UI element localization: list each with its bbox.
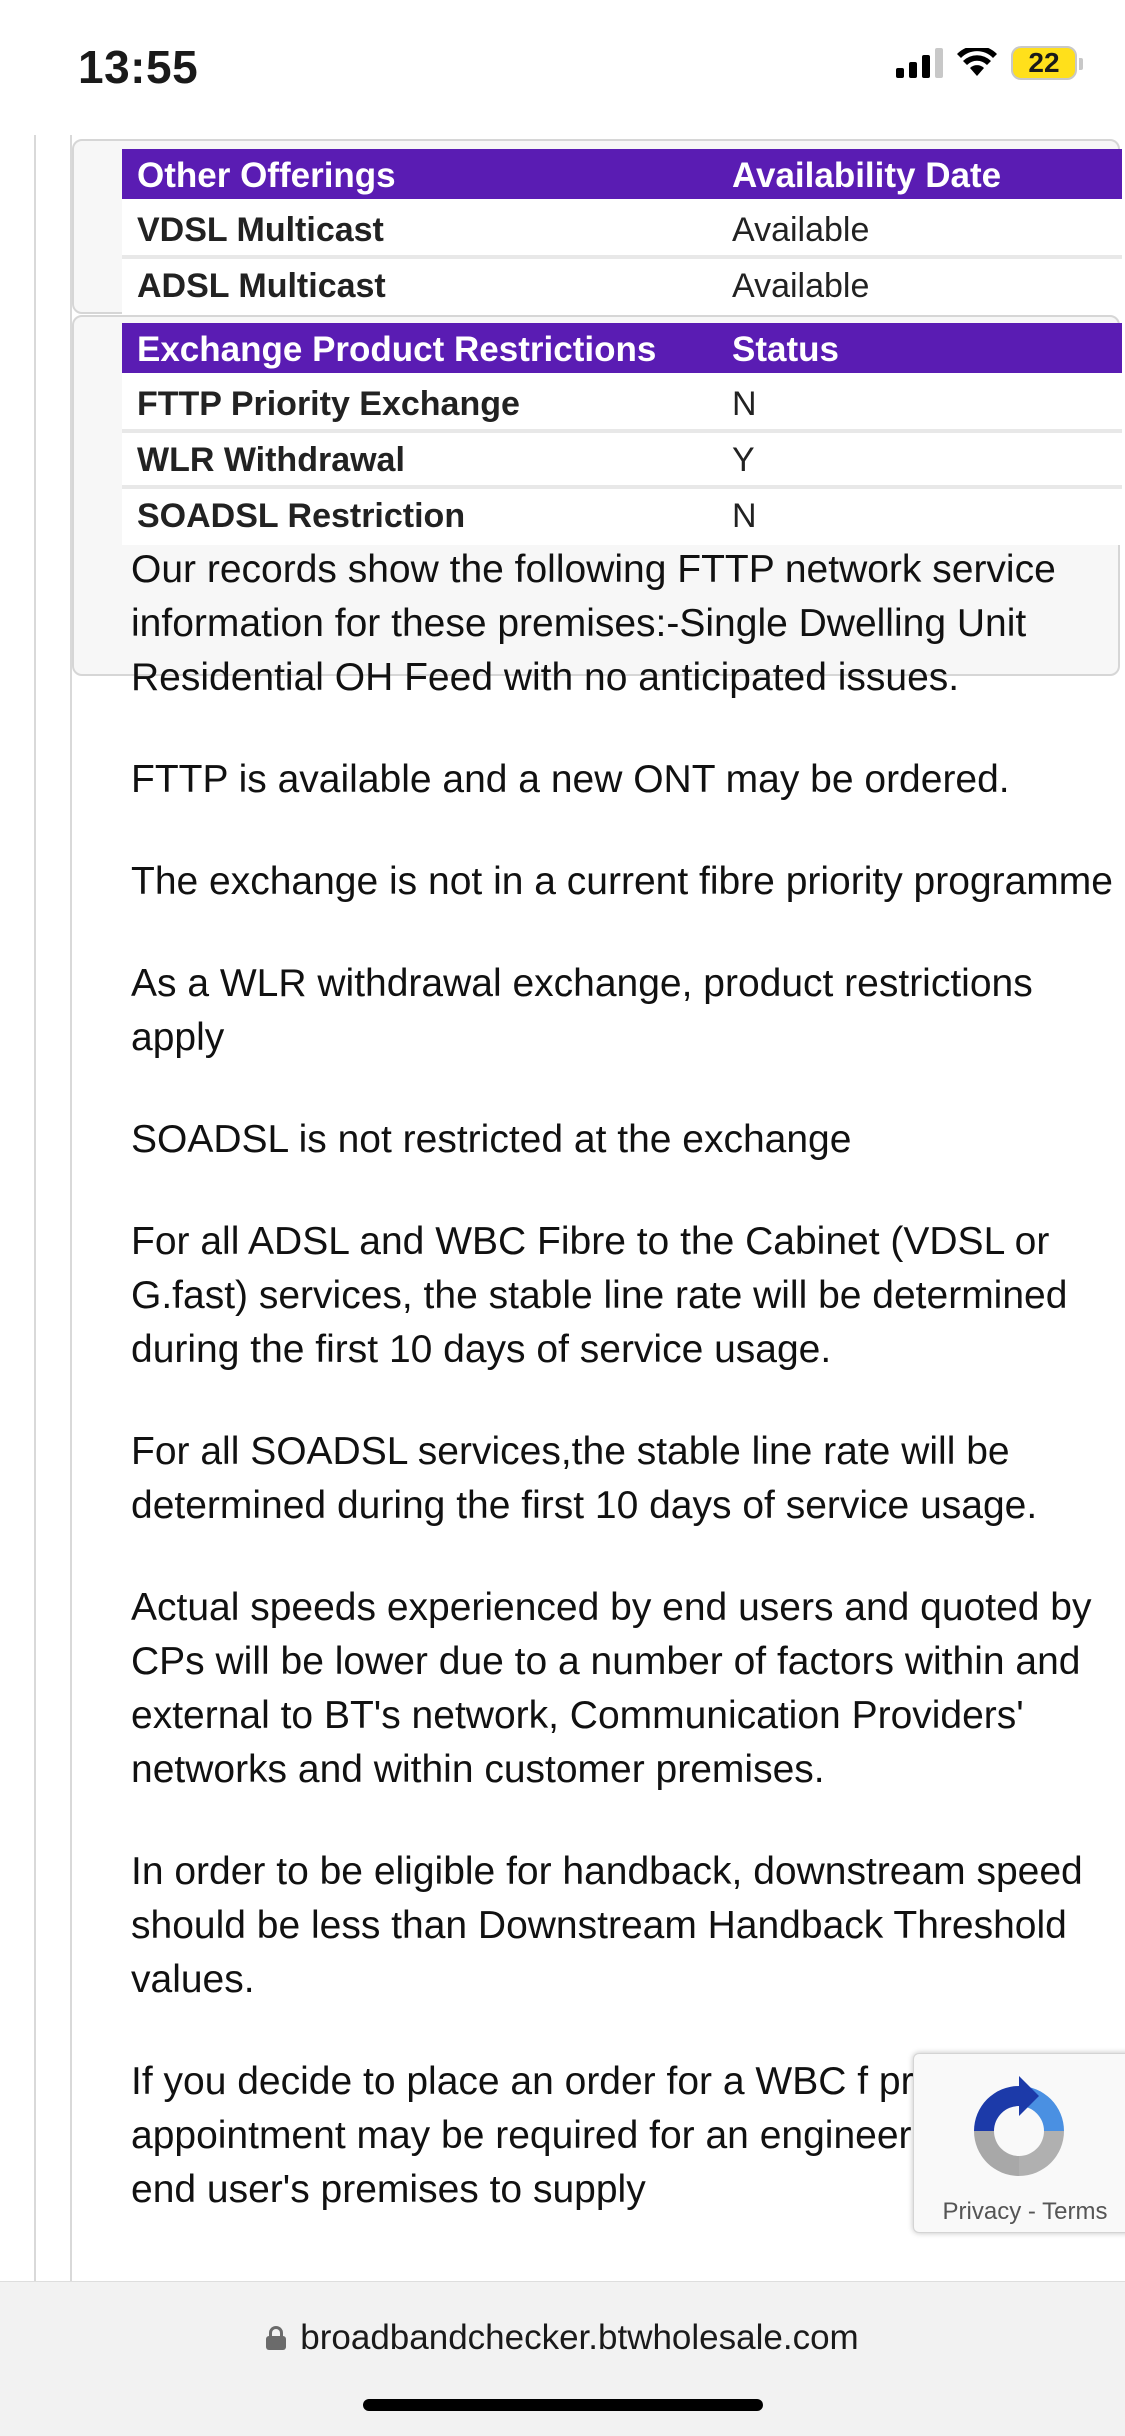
restriction-cell: WLR Withdrawal: [137, 441, 405, 479]
other-offerings-panel: Other Offerings Availability Date VDSL M…: [72, 139, 1122, 315]
paragraph: Our records show the following FTTP netw…: [131, 548, 1056, 699]
lock-icon: [266, 2326, 287, 2350]
status-time: 13:55: [78, 41, 199, 93]
availability-cell: Available: [732, 211, 870, 249]
paragraph: In order to be eligible for handback, do…: [131, 1850, 1083, 2001]
table-row: WLR Withdrawal Y: [122, 433, 1122, 489]
product-cell: ADSL Multicast: [137, 267, 386, 305]
restriction-cell: FTTP Priority Exchange: [137, 385, 520, 423]
status-icons: 22: [896, 46, 1083, 80]
table-row: VDSL Multicast Available: [122, 203, 1122, 259]
page-border: [34, 135, 36, 2281]
table-row: SOADSL Restriction N: [122, 489, 1122, 545]
url-field[interactable]: broadbandchecker.btwholesale.com: [0, 2318, 1125, 2358]
table-header-row: Other Offerings Availability Date: [122, 149, 1122, 203]
battery-icon: 22: [1011, 46, 1083, 80]
service-information-text: Our records show the following FTTP netw…: [131, 543, 1121, 2265]
table-row: ADSL Multicast Available: [122, 259, 1122, 315]
availability-cell: Available: [732, 267, 870, 305]
wifi-icon: [957, 48, 997, 76]
battery-level: 22: [1028, 47, 1060, 78]
header-cell: Exchange Product Restrictions: [137, 330, 657, 369]
status-cell: Y: [732, 441, 755, 479]
paragraph: For all ADSL and WBC Fibre to the Cabine…: [131, 1220, 1068, 1371]
url-text[interactable]: broadbandchecker.btwholesale.com: [300, 2318, 858, 2358]
browser-address-bar: broadbandchecker.btwholesale.com: [0, 2281, 1125, 2436]
table-row: FTTP Priority Exchange N: [122, 377, 1122, 433]
restriction-cell: SOADSL Restriction: [137, 497, 466, 535]
header-cell: Other Offerings: [137, 156, 396, 195]
status-cell: N: [732, 497, 757, 535]
paragraph: As a WLR withdrawal exchange, product re…: [131, 962, 1033, 1059]
recaptcha-privacy-terms-link[interactable]: Privacy - Terms: [914, 2198, 1125, 2226]
table-header-row: Exchange Product Restrictions Status: [122, 323, 1122, 377]
paragraph: SOADSL is not restricted at the exchange: [131, 1118, 852, 1161]
header-cell: Availability Date: [732, 156, 1002, 195]
status-cell: N: [732, 385, 757, 423]
header-cell: Status: [732, 330, 839, 369]
exchange-restrictions-table: Exchange Product Restrictions Status FTT…: [122, 323, 1122, 545]
paragraph: For all SOADSL services,the stable line …: [131, 1430, 1038, 1527]
other-offerings-table: Other Offerings Availability Date VDSL M…: [122, 149, 1122, 315]
paragraph: FTTP is available and a new ONT may be o…: [131, 758, 1010, 801]
paragraph: The exchange is not in a current fibre p…: [131, 860, 1113, 903]
status-bar: 13:55 22: [0, 0, 1125, 135]
recaptcha-badge[interactable]: Privacy - Terms: [913, 2053, 1125, 2233]
home-indicator[interactable]: [363, 2399, 763, 2411]
paragraph: Actual speeds experienced by end users a…: [131, 1586, 1092, 1791]
web-page[interactable]: Other Offerings Availability Date VDSL M…: [0, 135, 1125, 2281]
cellular-signal-icon: [896, 48, 943, 78]
recaptcha-icon: [974, 2076, 1064, 2176]
product-cell: VDSL Multicast: [137, 211, 384, 249]
